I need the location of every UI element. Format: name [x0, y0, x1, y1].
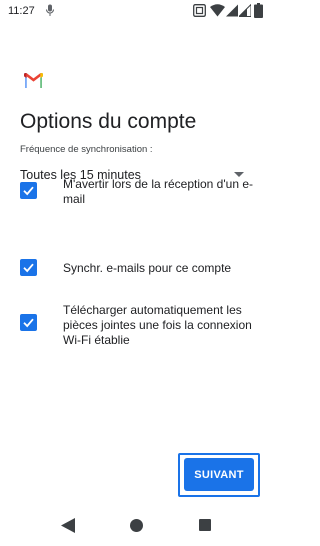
checkbox-auto-download[interactable] [20, 314, 37, 331]
back-icon[interactable] [61, 518, 75, 533]
signal-icon [239, 4, 251, 17]
signal-icon [226, 4, 238, 17]
recents-icon[interactable] [199, 519, 211, 531]
status-bar: 11:27 [0, 0, 273, 22]
checkmark-icon [23, 263, 34, 273]
wifi-icon [210, 4, 225, 17]
sync-frequency-label: Fréquence de synchronisation : [20, 144, 153, 155]
checkbox-sync-email[interactable] [20, 259, 37, 276]
checkmark-icon [23, 186, 34, 196]
checkbox-notify-email[interactable] [20, 182, 37, 199]
next-button[interactable]: SUIVANT [184, 458, 254, 491]
gmail-logo [24, 73, 43, 88]
battery-icon [254, 3, 263, 18]
nfc-icon [193, 4, 206, 17]
navigation-bar [0, 506, 273, 546]
home-icon[interactable] [130, 519, 143, 532]
option-label-sync-email: Synchr. e-mails pour ce compte [63, 261, 232, 275]
page-title: Options du compte [20, 110, 197, 133]
option-label-auto-download: Télécharger automatiquement les pièces j… [63, 303, 252, 347]
mic-icon [45, 4, 55, 16]
option-label-notify-email: M'avertir lors de la réception d'un e-ma… [63, 177, 254, 206]
status-time: 11:27 [8, 5, 35, 17]
checkmark-icon [23, 318, 34, 328]
